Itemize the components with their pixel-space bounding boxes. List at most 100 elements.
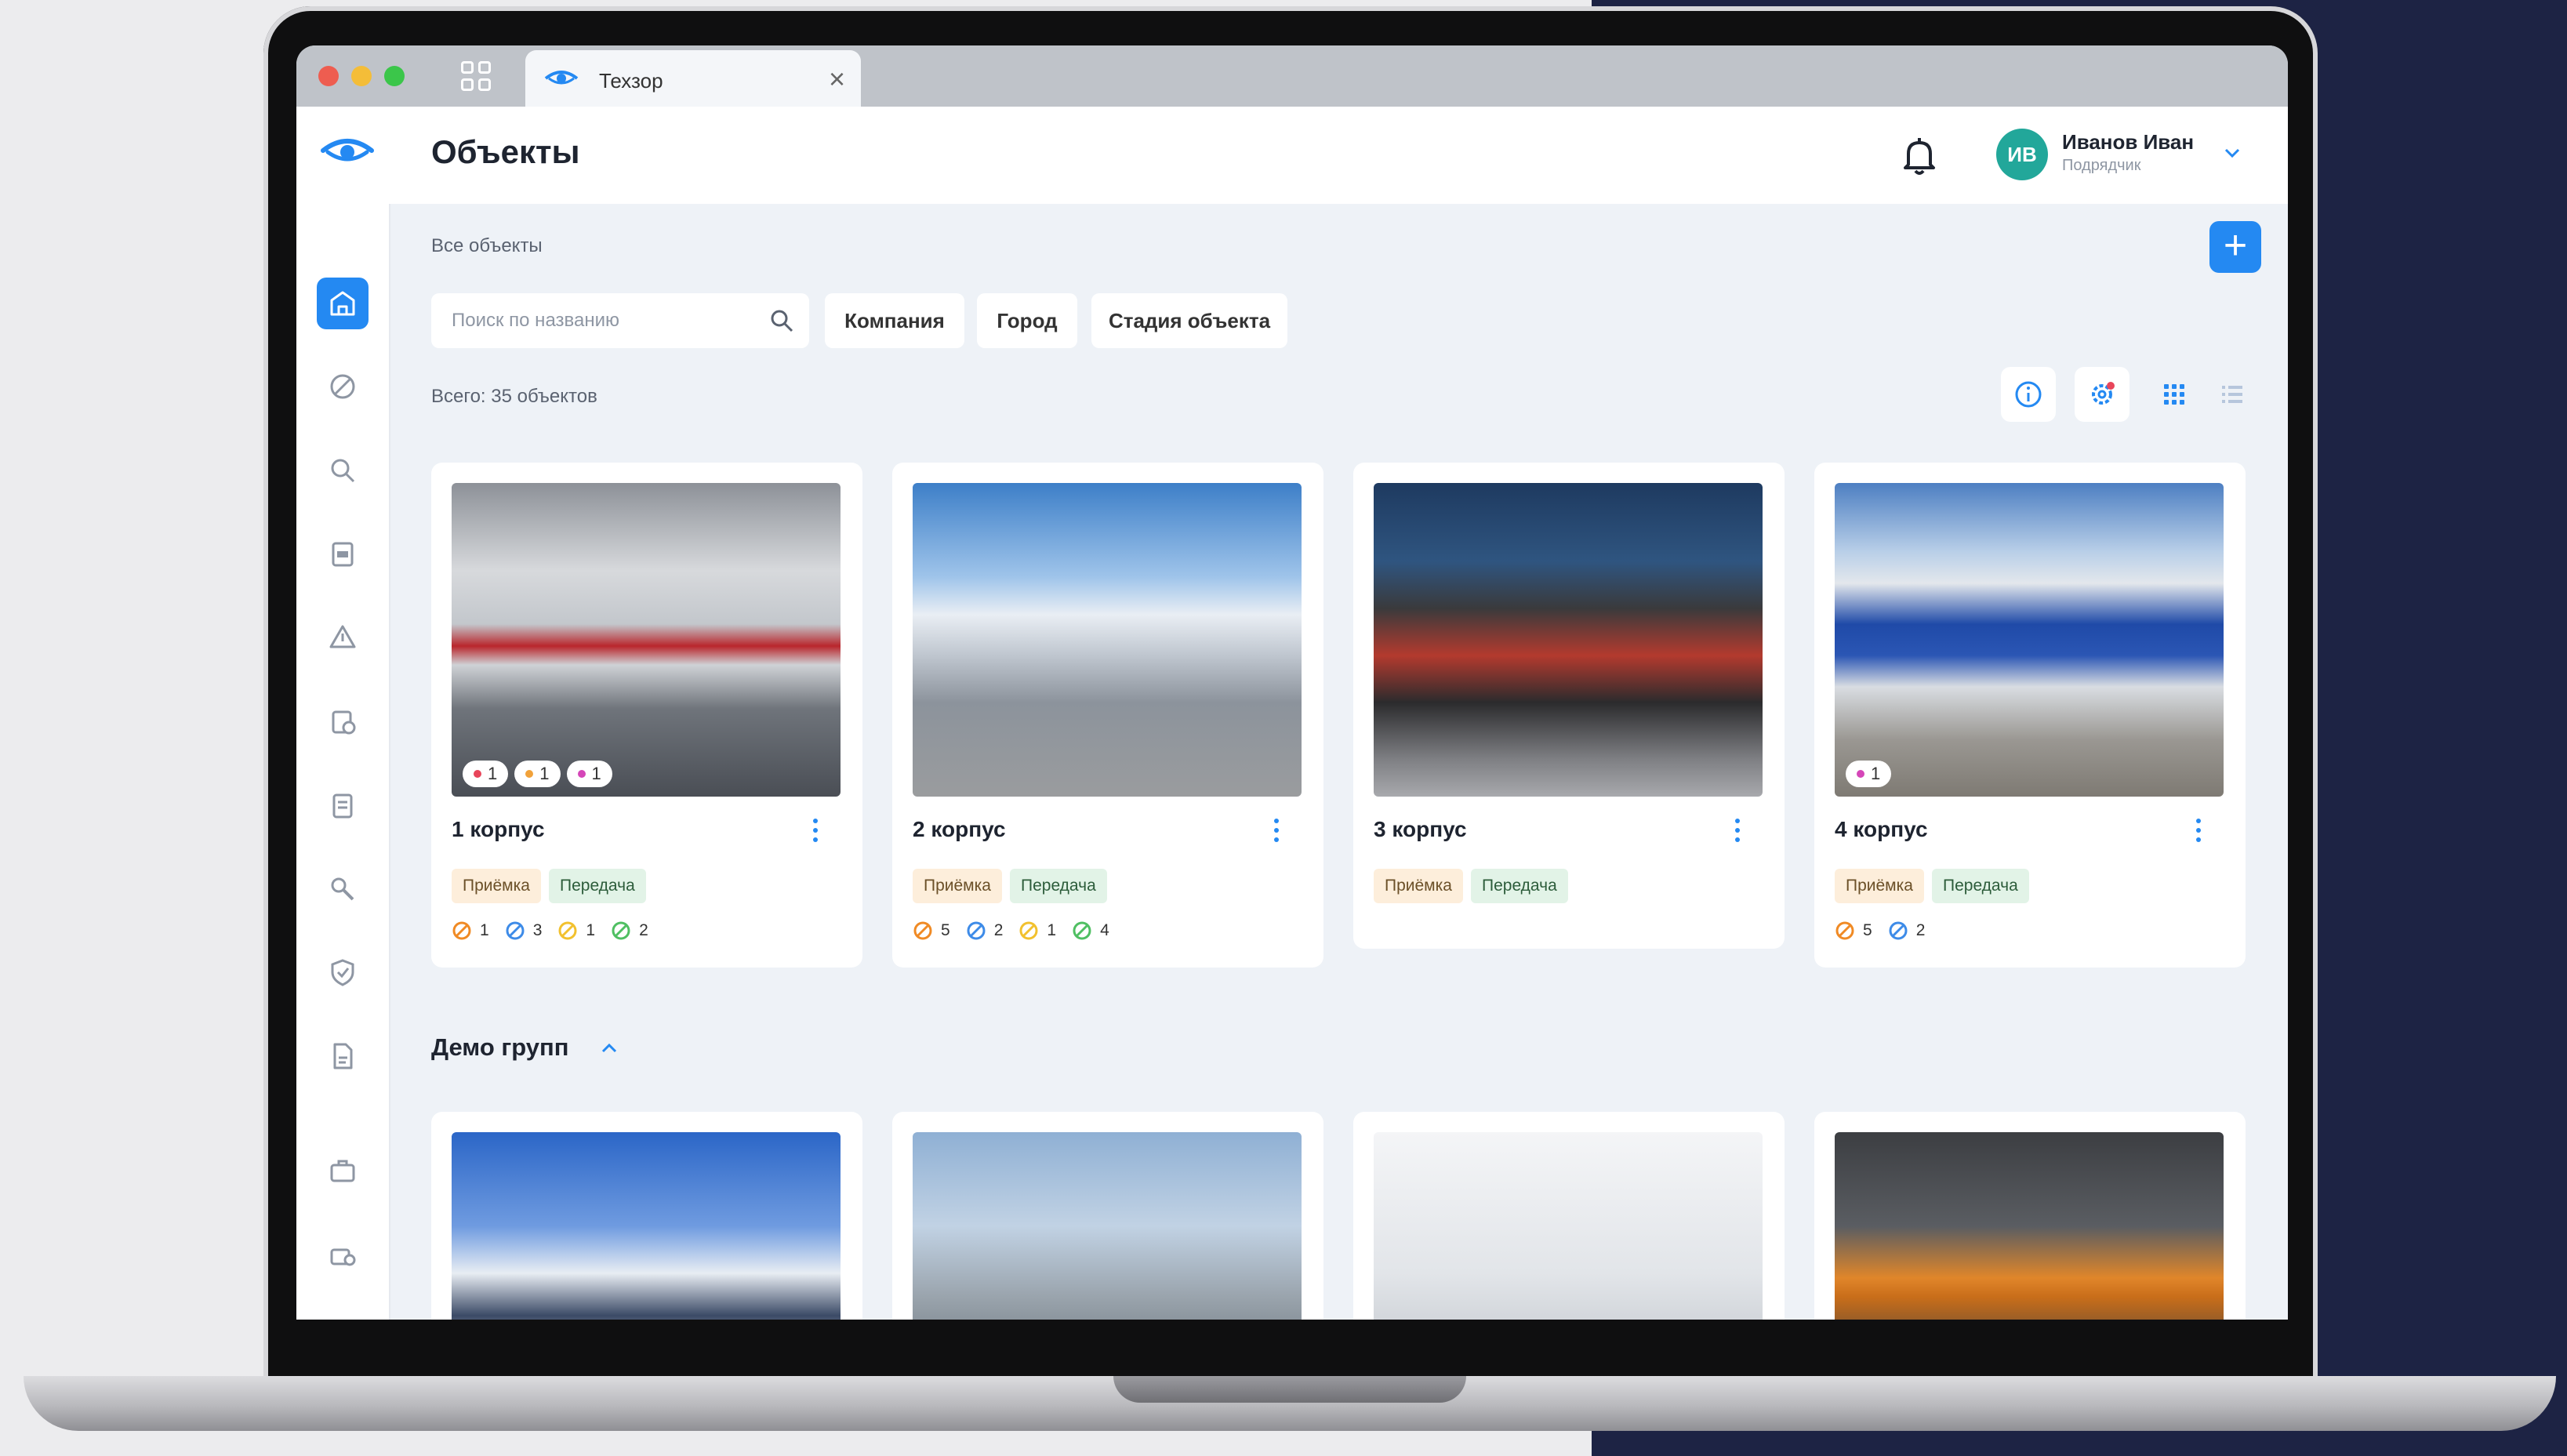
list-view-icon [2222, 386, 2242, 403]
filter-city[interactable]: Город [977, 293, 1077, 348]
sidebar-item-violations[interactable] [317, 361, 369, 412]
issue-icon [612, 921, 630, 940]
search-icon[interactable] [768, 307, 795, 334]
issue-count: 1 [452, 920, 489, 941]
sidebar-item-checklists[interactable] [317, 779, 369, 831]
chevron-up-icon[interactable] [599, 1041, 619, 1055]
issue-icon [1889, 921, 1908, 940]
issue-icon [1835, 921, 1854, 940]
laptop-notch [1113, 1376, 1466, 1403]
stage-tag: Передача [1932, 869, 2029, 903]
object-card[interactable]: 3 корпус Приёмка Передача [1353, 463, 1785, 949]
object-card[interactable] [1814, 1112, 2246, 1320]
filter-company[interactable]: Компания [825, 293, 964, 348]
issue-count: 1 [1018, 920, 1056, 941]
search-field[interactable] [431, 293, 809, 348]
user-role: Подрядчик [2062, 157, 2141, 174]
search-input[interactable] [452, 306, 750, 336]
stage-tag: Приёмка [1835, 869, 1924, 903]
object-photo [1374, 483, 1763, 797]
checklist-icon [332, 793, 353, 819]
user-name[interactable]: Иванов Иван [2062, 130, 2194, 154]
info-button[interactable] [2001, 367, 2056, 422]
more-options-icon[interactable] [1272, 815, 1281, 845]
tools-icon [331, 877, 354, 901]
clipboard-check-icon [332, 710, 356, 735]
add-object-button[interactable]: + [2209, 221, 2261, 273]
object-name[interactable]: 1 корпус [452, 817, 545, 842]
issue-stats: 1 3 1 2 [452, 920, 648, 941]
filter-stage[interactable]: Стадия объекта [1091, 293, 1287, 348]
warning-icon [329, 625, 356, 648]
object-card[interactable] [892, 1112, 1323, 1320]
page-title: Объекты [431, 133, 580, 170]
sidebar-item-tools[interactable] [317, 863, 369, 915]
object-name[interactable]: 3 корпус [1374, 817, 1467, 842]
more-options-icon[interactable] [811, 815, 820, 845]
grid-view-button[interactable] [2147, 367, 2202, 422]
sidebar-item-search[interactable] [317, 445, 369, 496]
briefcase-icon [330, 1160, 355, 1182]
status-badge: 1 [566, 761, 612, 787]
bell-icon[interactable] [1901, 135, 1938, 177]
info-icon [2015, 381, 2042, 408]
status-badge: 1 [1846, 761, 1892, 787]
close-window-button[interactable] [318, 66, 339, 86]
group-title[interactable]: Демо групп [431, 1033, 569, 1062]
more-options-icon[interactable] [1733, 815, 1742, 845]
settings-button[interactable] [2075, 367, 2129, 422]
stage-tag: Приёмка [452, 869, 541, 903]
maximize-window-button[interactable] [384, 66, 405, 86]
browser-tab[interactable]: Техзор × [525, 50, 861, 107]
stage-tag: Передача [1010, 869, 1107, 903]
tabs-overview-icon[interactable] [461, 61, 491, 91]
object-photo: 1 [1835, 483, 2224, 797]
stage-tag: Приёмка [913, 869, 1002, 903]
chevron-down-icon[interactable] [2222, 146, 2242, 160]
document-icon [332, 542, 354, 567]
user-case-icon [330, 1248, 356, 1266]
sidebar-item-quality[interactable] [317, 946, 369, 998]
issue-icon [452, 921, 471, 940]
app-window: Техзор × Объекты ИВ Иванов Иван Подрядчи… [296, 45, 2288, 1320]
file-text-icon [333, 1043, 353, 1069]
object-card[interactable]: 2 корпус Приёмка Передача 5 2 1 4 [892, 463, 1323, 968]
issue-icon [506, 921, 525, 940]
sidebar-item-documents[interactable] [317, 528, 369, 580]
status-badge: 1 [514, 761, 561, 787]
more-options-icon[interactable] [2194, 815, 2203, 845]
object-card[interactable]: 1 4 корпус Приёмка Передача 5 2 [1814, 463, 2246, 968]
object-name[interactable]: 4 корпус [1835, 817, 1928, 842]
object-name[interactable]: 2 корпус [913, 817, 1006, 842]
home-icon [330, 291, 355, 316]
grid-view-icon [2164, 384, 2184, 405]
sidebar-item-reports[interactable] [317, 1312, 369, 1320]
sidebar-item-inspections[interactable] [317, 695, 369, 747]
sidebar-item-contractors[interactable] [317, 1229, 369, 1280]
no-entry-icon [330, 374, 355, 399]
eye-logo-icon [544, 71, 579, 85]
object-card[interactable]: 1 1 1 1 корпус Приёмка Передача 1 3 1 2 [431, 463, 862, 968]
issue-count: 1 [557, 920, 595, 941]
sidebar-item-warnings[interactable] [317, 612, 369, 663]
object-photo [913, 483, 1302, 797]
list-view-button[interactable] [2205, 367, 2260, 422]
sidebar-item-files[interactable] [317, 1030, 369, 1082]
status-badge: 1 [463, 761, 509, 787]
sidebar-item-organizations[interactable] [317, 1145, 369, 1196]
issue-count: 2 [966, 920, 1003, 941]
breadcrumb[interactable]: Все объекты [431, 235, 543, 257]
badge-group: 1 [1846, 761, 1892, 787]
sidebar-item-objects[interactable] [317, 278, 369, 329]
issue-icon [558, 921, 577, 940]
browser-chrome: Техзор × [296, 45, 2288, 107]
stage-tag: Приёмка [1374, 869, 1463, 903]
object-card[interactable] [431, 1112, 862, 1320]
avatar[interactable]: ИВ [1996, 129, 2048, 180]
stage-tag: Передача [1471, 869, 1568, 903]
app-logo[interactable] [320, 130, 375, 177]
issue-count: 5 [913, 920, 950, 941]
minimize-window-button[interactable] [351, 66, 372, 86]
object-card[interactable] [1353, 1112, 1785, 1320]
tab-close-icon[interactable]: × [829, 63, 845, 96]
